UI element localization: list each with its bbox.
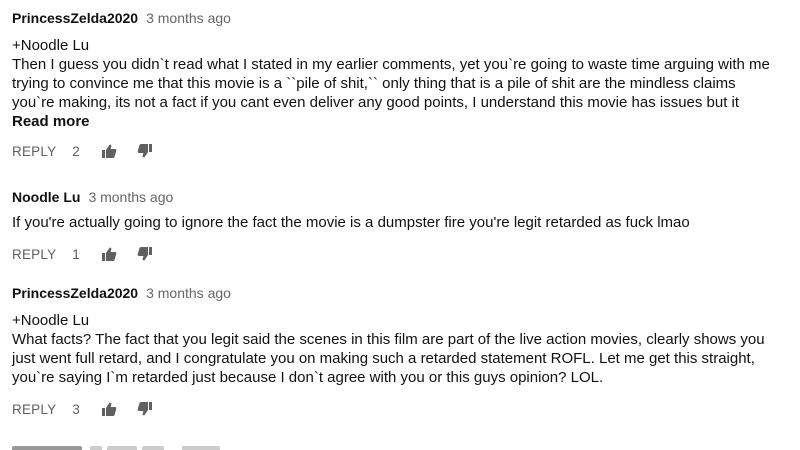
comment-text-line: What facts? The fact that you legit said… <box>12 331 765 348</box>
comment-text-line: you`re making, its not a fact if you can… <box>12 94 740 111</box>
comment-body: +Noodle Lu Then I guess you didn`t read … <box>12 36 794 131</box>
comment-text-line: you`re saying I`m retarded just because … <box>12 369 604 386</box>
thumbs-down-icon[interactable] <box>136 142 154 160</box>
comment-text-line: +Noodle Lu <box>12 312 90 329</box>
thumbs-up-icon[interactable] <box>100 142 118 160</box>
comment-text-line: +Noodle Lu <box>12 37 90 54</box>
comment-timestamp[interactable]: 3 months ago <box>88 187 173 207</box>
reply-button[interactable]: REPLY <box>12 247 56 262</box>
comment-actions: REPLY 1 <box>12 243 794 265</box>
comment-body: If you're actually going to ignore the f… <box>12 213 794 232</box>
comment-author[interactable]: PrincessZelda2020 <box>12 283 138 303</box>
comment-timestamp[interactable]: 3 months ago <box>146 8 231 28</box>
comment-item: Noodle Lu 3 months ago If you're actuall… <box>12 187 794 265</box>
comment-timestamp[interactable]: 3 months ago <box>146 283 231 303</box>
comment-author[interactable]: PrincessZelda2020 <box>12 8 138 28</box>
comment-actions: REPLY 3 <box>12 398 794 420</box>
comment-header: Noodle Lu 3 months ago <box>12 187 794 207</box>
comment-body: +Noodle Lu What facts? The fact that you… <box>12 311 794 387</box>
reply-button[interactable]: REPLY <box>12 402 56 417</box>
thumbs-up-icon[interactable] <box>100 245 118 263</box>
comment-text-line: trying to convince me that this movie is… <box>12 75 736 92</box>
comment-author[interactable]: Noodle Lu <box>12 187 80 207</box>
read-more-link[interactable]: Read more <box>12 112 794 131</box>
comment-header: PrincessZelda2020 3 months ago <box>12 283 794 303</box>
like-count: 3 <box>72 401 80 417</box>
comment-item: PrincessZelda2020 3 months ago +Noodle L… <box>12 283 794 420</box>
comment-item: PrincessZelda2020 3 months ago +Noodle L… <box>12 8 794 162</box>
comment-text-line: Then I guess you didn`t read what I stat… <box>12 56 770 73</box>
next-comment-partial <box>12 443 232 450</box>
comment-text-line: just went full retard, and I congratulat… <box>12 350 755 367</box>
comment-actions: REPLY 2 <box>12 140 794 162</box>
comment-text-line: If you're actually going to ignore the f… <box>12 214 690 231</box>
reply-button[interactable]: REPLY <box>12 144 56 159</box>
like-count: 2 <box>72 143 80 159</box>
comment-header: PrincessZelda2020 3 months ago <box>12 8 794 28</box>
thumbs-up-icon[interactable] <box>100 400 118 418</box>
thumbs-down-icon[interactable] <box>136 400 154 418</box>
thumbs-down-icon[interactable] <box>136 245 154 263</box>
like-count: 1 <box>72 246 80 262</box>
comment-thread: PrincessZelda2020 3 months ago +Noodle L… <box>0 0 800 450</box>
